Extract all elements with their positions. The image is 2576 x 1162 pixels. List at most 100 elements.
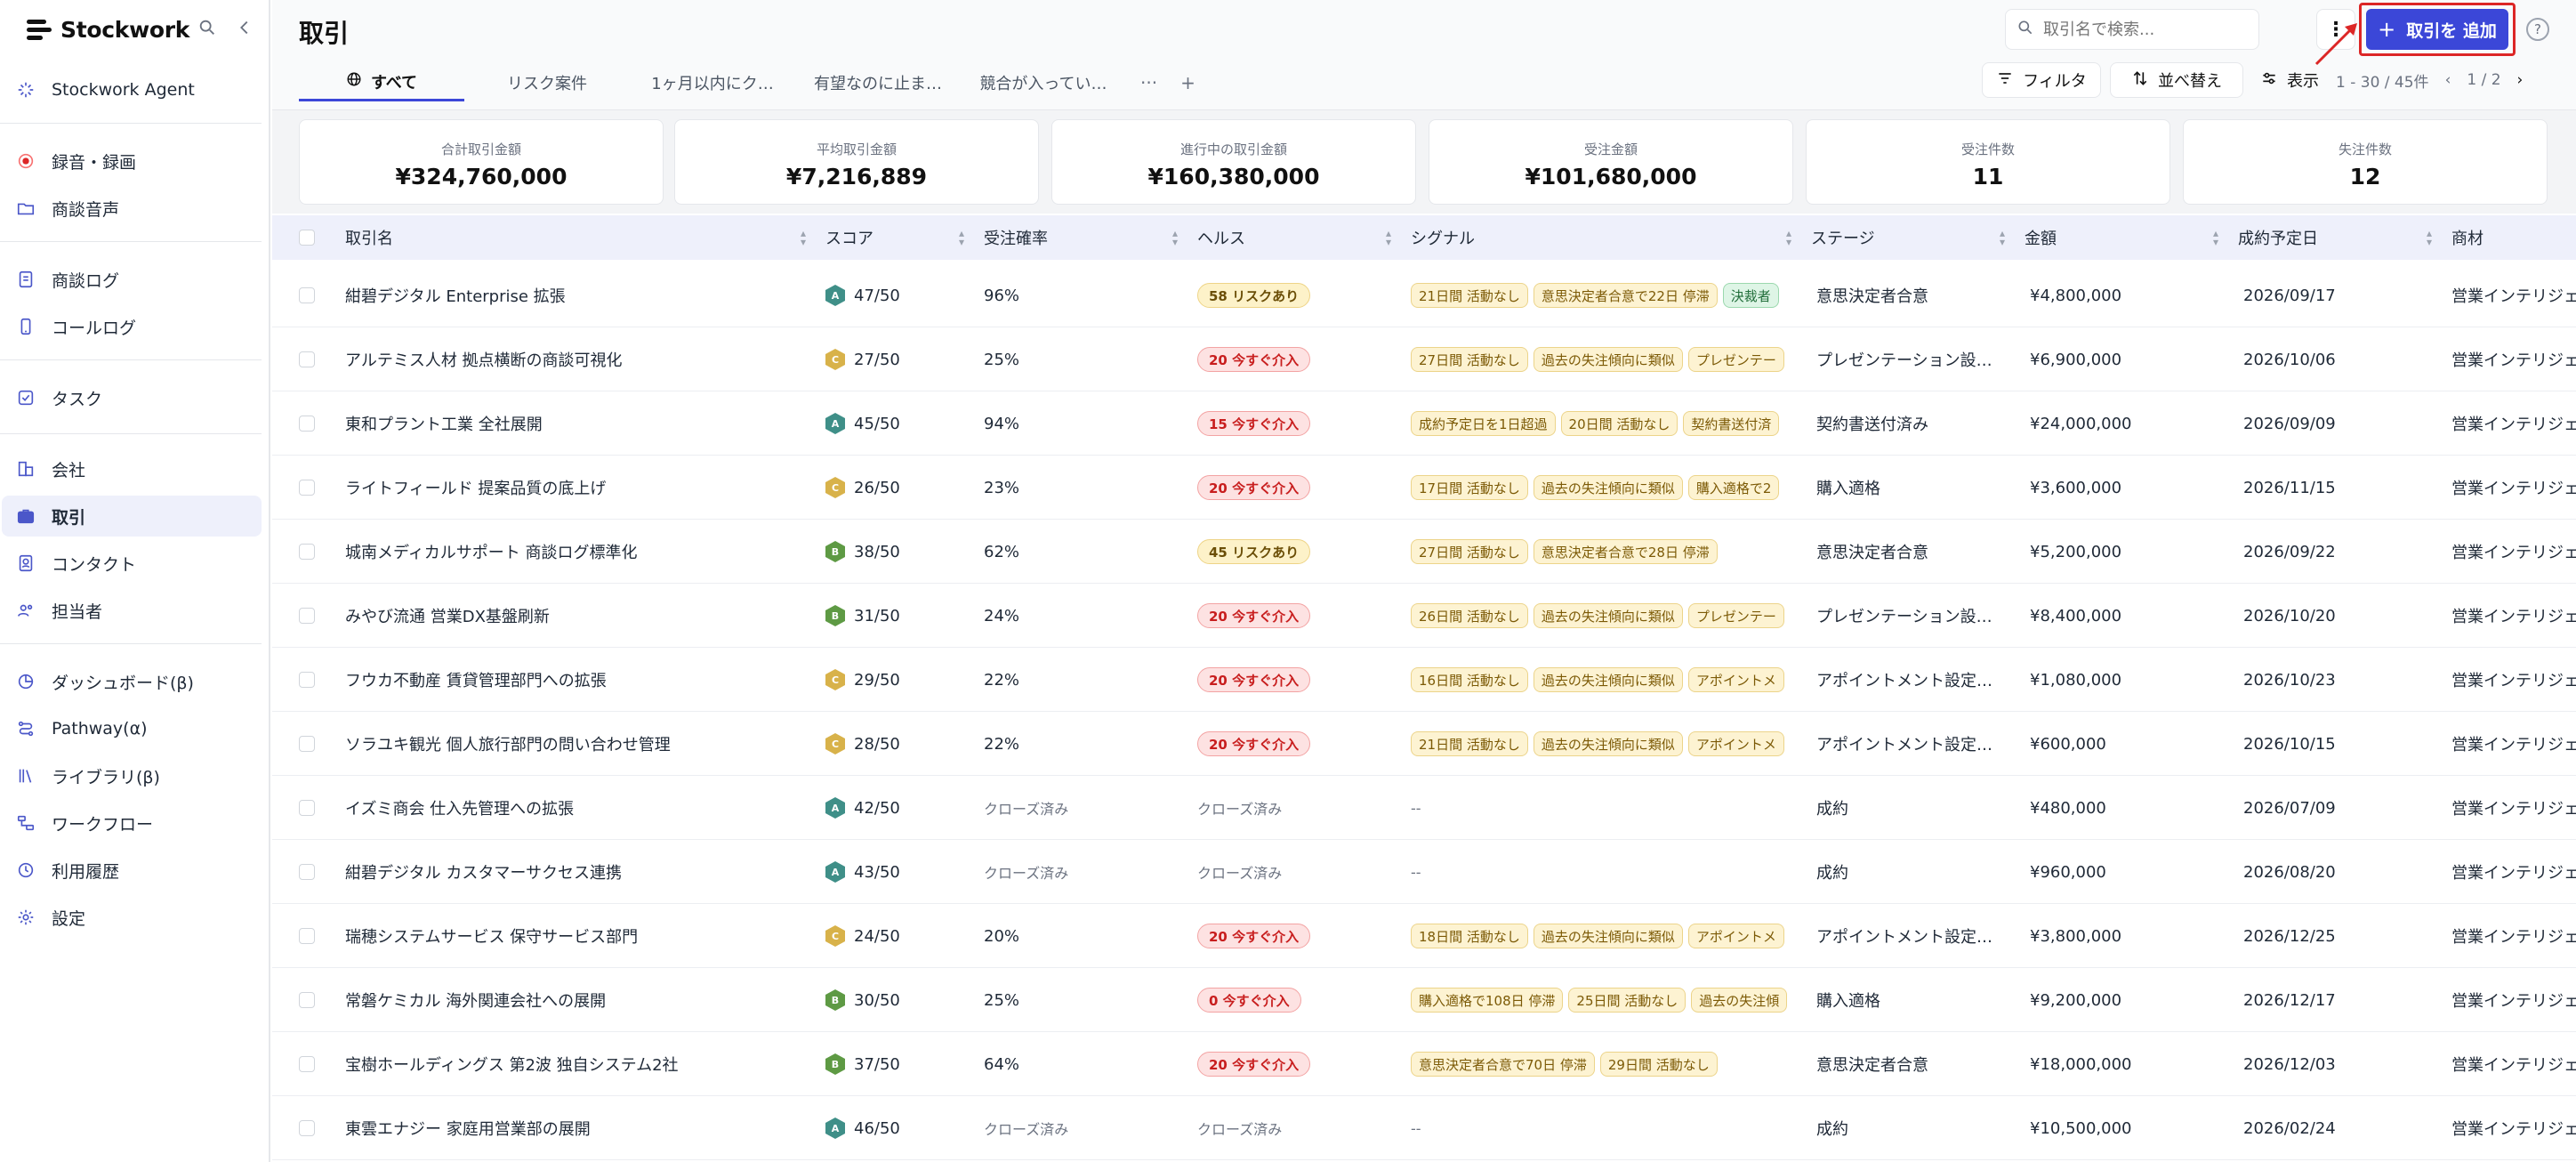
table-row[interactable]: 東和プラント工業 全社展開 A 45/50 94% 15 今すぐ介入 成約予定日… <box>272 391 2576 456</box>
record-icon <box>16 151 36 171</box>
column-header[interactable]: 金額 ▴ ▾ <box>2025 215 2231 260</box>
column-header[interactable]: ステージ ▴ ▾ <box>1811 215 2017 260</box>
add-tab-icon[interactable]: + <box>1180 72 1195 93</box>
more-tabs-icon[interactable]: ··· <box>1140 72 1157 93</box>
sort-arrows-icon[interactable]: ▴ ▾ <box>1386 228 1391 247</box>
sidebar-item[interactable]: 利用履歴 <box>2 850 262 891</box>
filter-button[interactable]: フィルタ <box>1982 62 2101 98</box>
deal-name[interactable]: ライトフィールド 提案品質の底上げ <box>345 456 818 520</box>
sort-arrows-icon[interactable]: ▴ ▾ <box>1172 228 1178 247</box>
sidebar-item[interactable]: 商談音声 <box>2 188 262 229</box>
row-checkbox[interactable] <box>299 736 315 752</box>
deal-name[interactable]: 常磐ケミカル 海外関連会社への展開 <box>345 968 818 1032</box>
sort-arrows-icon[interactable]: ▴ ▾ <box>2213 228 2218 247</box>
row-checkbox[interactable] <box>299 1056 315 1072</box>
column-header[interactable]: 成約予定日 ▴ ▾ <box>2238 215 2444 260</box>
deal-name[interactable]: イズミ商会 仕入先管理への拡張 <box>345 776 818 840</box>
deal-name[interactable]: 紺碧デジタル カスタマーサクセス連携 <box>345 840 818 904</box>
prev-page-icon[interactable]: ‹ <box>2445 71 2451 89</box>
column-header[interactable]: ヘルス ▴ ▾ <box>1197 215 1404 260</box>
deal-name[interactable]: フウカ不動産 賃貸管理部門への拡張 <box>345 648 818 712</box>
sidebar-item[interactable]: タスク <box>2 377 262 418</box>
deal-name[interactable]: 瑞穂システムサービス 保守サービス部門 <box>345 904 818 968</box>
table-row[interactable]: 城南メディカルサポート 商談ログ標準化 B 38/50 62% 45 リスクあり… <box>272 520 2576 584</box>
row-checkbox[interactable] <box>299 992 315 1008</box>
sidebar-item[interactable]: 取引 <box>2 496 262 537</box>
search-input[interactable] <box>2043 20 2248 39</box>
next-page-icon[interactable]: › <box>2517 71 2524 89</box>
table-row[interactable]: 常磐ケミカル 海外関連会社への展開 B 30/50 25% 0 今すぐ介入 購入… <box>272 968 2576 1032</box>
table-row[interactable]: 宝樹ホールディングス 第2波 独自システム2社 B 37/50 64% 20 今… <box>272 1032 2576 1096</box>
row-checkbox[interactable] <box>299 480 315 496</box>
deal-name[interactable]: 城南メディカルサポート 商談ログ標準化 <box>345 520 818 584</box>
table-row[interactable]: ライトフィールド 提案品質の底上げ C 26/50 23% 20 今すぐ介入 1… <box>272 456 2576 520</box>
sort-button[interactable]: 並べ替え <box>2110 62 2243 98</box>
row-checkbox[interactable] <box>299 672 315 688</box>
sort-arrows-icon[interactable]: ▴ ▾ <box>959 228 964 247</box>
deal-name[interactable]: 東和プラント工業 全社展開 <box>345 391 818 456</box>
sidebar-item[interactable]: 録音・録画 <box>2 141 262 182</box>
sidebar-item[interactable]: Pathway(α) <box>2 708 262 749</box>
column-header[interactable]: 受注確率 ▴ ▾ <box>984 215 1190 260</box>
table-row[interactable]: イズミ商会 仕入先管理への拡張 A 42/50 クローズ済み クローズ済み --… <box>272 776 2576 840</box>
library-icon <box>16 766 36 786</box>
row-checkbox[interactable] <box>299 928 315 944</box>
view-tab[interactable]: 有望なのに止ま… <box>795 64 961 101</box>
view-tab[interactable]: 1ヶ月以内にク… <box>630 64 795 101</box>
table-row[interactable]: 瑞穂システムサービス 保守サービス部門 C 24/50 20% 20 今すぐ介入… <box>272 904 2576 968</box>
view-tab[interactable]: 競合が入ってい… <box>961 64 1126 101</box>
row-checkbox[interactable] <box>299 544 315 560</box>
sort-arrows-icon[interactable]: ▴ ▾ <box>2000 228 2005 247</box>
deal-name[interactable]: みやび流通 営業DX基盤刷新 <box>345 584 818 648</box>
score-value: 27/50 <box>854 350 900 369</box>
table-row[interactable]: フウカ不動産 賃貸管理部門への拡張 C 29/50 22% 20 今すぐ介入 1… <box>272 648 2576 712</box>
select-all-checkbox[interactable] <box>299 230 315 246</box>
row-checkbox[interactable] <box>299 1120 315 1136</box>
display-button[interactable]: 表示 <box>2250 62 2329 98</box>
sidebar-item[interactable]: 設定 <box>2 897 262 938</box>
sidebar-item[interactable]: コンタクト <box>2 543 262 584</box>
sidebar-item[interactable]: 会社 <box>2 448 262 489</box>
table-row[interactable]: 紺碧デジタル Enterprise 拡張 A 47/50 96% 58 リスクあ… <box>272 263 2576 327</box>
sort-arrows-icon[interactable]: ▴ ▾ <box>1786 228 1791 247</box>
search-box[interactable] <box>2005 9 2259 50</box>
table-row[interactable]: 紺碧デジタル カスタマーサクセス連携 A 43/50 クローズ済み クローズ済み… <box>272 840 2576 904</box>
signal-list: 21日間 活動なし 意思決定者合意で22日 停滞 決裁者 <box>1411 283 1795 308</box>
row-checkbox[interactable] <box>299 351 315 367</box>
sidebar-item[interactable]: ワークフロー <box>2 803 262 843</box>
table-row[interactable]: 東雲エナジー 家庭用営業部の展開 A 46/50 クローズ済み クローズ済み -… <box>272 1096 2576 1160</box>
search-icon[interactable] <box>197 18 217 43</box>
view-tab[interactable]: すべて <box>299 64 464 101</box>
add-deal-button[interactable]: + 取引を 追加 <box>2366 9 2508 50</box>
row-checkbox[interactable] <box>299 287 315 303</box>
view-tab[interactable]: リスク案件 <box>464 64 630 101</box>
sidebar-item[interactable]: 担当者 <box>2 590 262 631</box>
row-checkbox[interactable] <box>299 608 315 624</box>
sidebar-item[interactable]: 商談ログ <box>2 259 262 300</box>
brand[interactable]: Stockwork <box>27 14 189 44</box>
table-row[interactable]: ソラユキ観光 個人旅行部門の問い合わせ管理 C 28/50 22% 20 今すぐ… <box>272 712 2576 776</box>
collapse-sidebar-icon[interactable] <box>235 18 254 43</box>
table-row[interactable]: みやび流通 営業DX基盤刷新 B 31/50 24% 20 今すぐ介入 26日間… <box>272 584 2576 648</box>
deal-name[interactable]: ソラユキ観光 個人旅行部門の問い合わせ管理 <box>345 712 818 776</box>
deal-name[interactable]: アルテミス人材 拠点横断の商談可視化 <box>345 327 818 391</box>
column-header[interactable]: 商材 <box>2451 215 2576 260</box>
column-header[interactable]: スコア ▴ ▾ <box>825 215 977 260</box>
sidebar-item[interactable]: Stockwork Agent <box>2 69 262 110</box>
row-checkbox[interactable] <box>299 416 315 432</box>
column-header[interactable]: シグナル ▴ ▾ <box>1411 215 1804 260</box>
sort-arrows-icon[interactable]: ▴ ▾ <box>801 228 806 247</box>
score-value: 38/50 <box>854 542 900 561</box>
sidebar-item[interactable]: コールログ <box>2 306 262 347</box>
table-row[interactable]: アルテミス人材 拠点横断の商談可視化 C 27/50 25% 20 今すぐ介入 … <box>272 327 2576 391</box>
sidebar-item[interactable]: ライブラリ(β) <box>2 755 262 796</box>
deal-name[interactable]: 東雲エナジー 家庭用営業部の展開 <box>345 1096 818 1160</box>
sort-arrows-icon[interactable]: ▴ ▾ <box>2427 228 2432 247</box>
row-checkbox[interactable] <box>299 800 315 816</box>
deal-name[interactable]: 紺碧デジタル Enterprise 拡張 <box>345 263 818 327</box>
column-header[interactable]: 取引名 ▴ ▾ <box>345 215 818 260</box>
help-icon[interactable]: ? <box>2526 18 2549 41</box>
row-checkbox[interactable] <box>299 864 315 880</box>
sidebar-item[interactable]: ダッシュボード(β) <box>2 661 262 702</box>
deal-name[interactable]: 宝樹ホールディングス 第2波 独自システム2社 <box>345 1032 818 1096</box>
